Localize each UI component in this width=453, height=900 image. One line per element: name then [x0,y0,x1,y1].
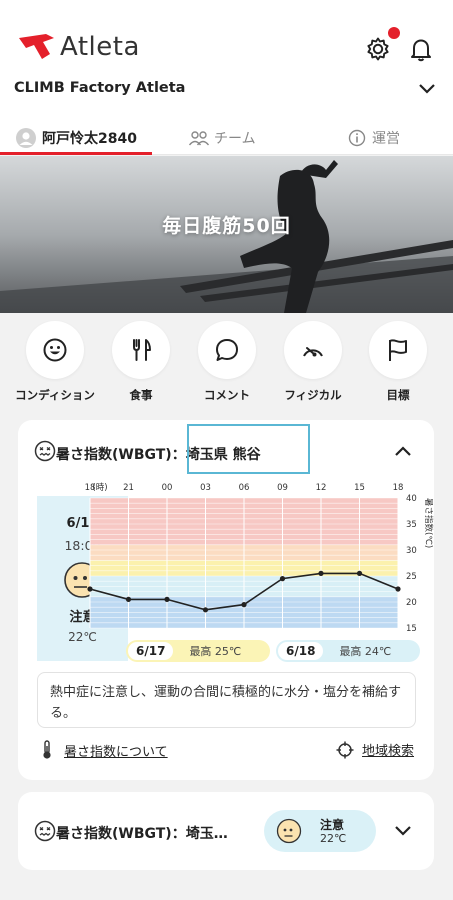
quick-actions: コンディション 食事 コメント フィジカル 目標 [0,313,453,413]
sweat-face-icon [276,818,302,844]
forecast-max: 最高 24℃ [339,645,392,658]
tab-bar: 阿戸怜太2840 チーム 運営 [0,122,453,156]
tab-active-indicator [0,152,152,155]
y-tick-label: 15 [406,624,417,634]
tab-management[interactable]: 運営 [348,122,400,154]
info-icon [348,129,366,147]
x-tick-label: 21 [123,483,134,493]
x-tick-label: 18 [85,483,96,493]
x-tick-label: 00 [162,483,173,493]
y-tick-label: 30 [406,546,417,556]
action-physical-label: フィジカル [284,388,342,402]
x-tick-label: 03 [200,483,211,493]
action-comment-label: コメント [204,388,250,402]
wbgt-data-point [241,602,247,608]
avatar-icon [16,128,36,148]
wbgt-chart: (時) 18 21 00 03 06 09 12 15 18 403530252015 暑さ指数… [85,483,434,634]
forecast-6-17: 6/17 最高 25℃ [126,640,270,662]
chevron-up-icon[interactable] [394,444,412,458]
y-tick-label: 25 [406,572,417,582]
action-condition[interactable]: コンディション [10,321,100,403]
y-tick-label: 40 [406,494,417,504]
wbgt-card-title: 暑さ指数(WBGT)：埼玉… [56,826,228,842]
tab-team-label: チーム [214,131,256,147]
settings-icon[interactable] [365,36,391,62]
forecast-max: 最高 25℃ [189,645,242,658]
thermometer-icon [43,740,51,759]
wbgt-data-point [279,576,286,582]
action-comment[interactable]: コメント [182,321,272,403]
pill-temp-text: 22℃ [320,832,347,845]
heat-advice-text: 熱中症に注意し、運動の合間に積極的に水分・塩分を補給する。 [37,672,416,728]
wbgt-card: 暑さ指数(WBGT)：埼玉県 熊谷 6/16 18:00 注意 22℃ (時) … [18,420,434,780]
action-condition-label: コンディション [15,388,95,402]
x-tick-label: 12 [316,483,327,493]
goal-banner[interactable]: 毎日腹筋50回 [0,156,453,313]
gauge-icon [303,347,323,357]
y-axis-title: 暑さ指数(℃) [423,498,434,548]
team-icon [188,131,210,146]
area-search-link-text: 地域検索 [362,744,415,759]
heat-face-icon [34,820,56,842]
action-goal[interactable]: 目標 [353,321,443,403]
wbgt-data-point [395,586,401,592]
wbgt-card-collapsed[interactable]: 暑さ指数(WBGT)：埼玉… 注意 22℃ [18,792,434,870]
app-logo: Atleta [16,32,140,62]
notification-bell-icon[interactable] [408,36,434,62]
smile-icon [43,338,67,362]
x-tick-label: 06 [239,483,250,493]
location-highlight-box [187,424,310,474]
flag-icon [389,339,407,361]
x-tick-label: 18 [393,483,404,493]
forecast-date: 6/18 [278,642,324,660]
app-brand-name: Atleta [60,32,140,62]
action-meal-label: 食事 [129,388,153,402]
pill-level-text: 注意 [320,818,345,832]
y-axis-title-text: 暑さ指数(℃) [423,498,434,548]
tab-team[interactable]: チーム [188,122,256,154]
x-tick-label: 09 [277,483,288,493]
organization-name[interactable]: CLIMB Factory Atleta [14,80,185,96]
area-search-link[interactable]: 地域検索 [336,740,414,759]
wbgt-data-point [202,607,209,613]
forecast-date: 6/17 [128,642,174,660]
forecast-6-18: 6/18 最高 24℃ [276,640,420,662]
y-tick-label: 35 [406,520,417,530]
wbgt-level-pill: 注意 22℃ [264,810,376,852]
wbgt-data-point [87,586,93,592]
wbgt-data-point [125,596,132,602]
tab-management-label: 運営 [372,131,400,147]
y-tick-label: 20 [406,598,417,608]
x-tick-label: 15 [354,483,365,493]
heat-face-icon [34,440,56,462]
about-wbgt-link[interactable]: 暑さ指数について [40,740,168,760]
chevron-down-icon[interactable] [418,82,436,96]
tab-profile-label: 阿戸怜太2840 [42,131,137,147]
app-header: Atleta CLIMB Factory Atleta 阿戸怜太2840 チーム… [0,0,453,155]
action-meal[interactable]: 食事 [96,321,186,403]
crosshair-icon [336,741,354,758]
wbgt-data-point [164,596,170,602]
comment-icon [216,339,238,361]
action-goal-label: 目標 [386,388,410,402]
wbgt-data-point [356,570,363,576]
tab-profile[interactable]: 阿戸怜太2840 [16,122,137,154]
fork-knife-icon [133,339,151,361]
action-physical[interactable]: フィジカル [268,321,358,403]
chevron-down-icon[interactable] [394,824,412,838]
about-wbgt-link-text: 暑さ指数について [64,744,168,760]
banner-goal-text: 毎日腹筋50回 [162,215,291,237]
wbgt-data-point [318,570,324,576]
atleta-logo-icon [19,34,54,59]
notification-dot [388,27,400,39]
